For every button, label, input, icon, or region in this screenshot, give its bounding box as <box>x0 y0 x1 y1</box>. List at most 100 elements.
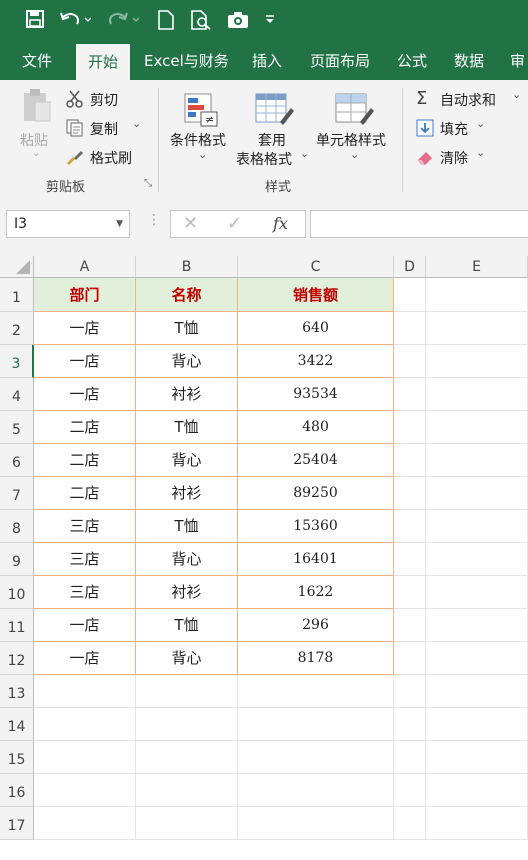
table-cell-a9[interactable]: 三店 <box>34 543 136 576</box>
column-header-d[interactable]: D <box>394 256 426 278</box>
undo-icon[interactable] <box>58 10 92 32</box>
empty-cell[interactable] <box>238 741 394 774</box>
empty-cell[interactable] <box>34 708 136 741</box>
empty-cell[interactable] <box>394 510 426 543</box>
tab-file[interactable]: 文件 <box>22 42 52 80</box>
tab-excel-finance[interactable]: Excel与财务 <box>144 42 229 80</box>
row-header-4[interactable]: 4 <box>0 378 34 411</box>
empty-cell[interactable] <box>426 312 528 345</box>
empty-cell[interactable] <box>426 411 528 444</box>
redo-icon[interactable] <box>106 10 140 32</box>
row-header-16[interactable]: 16 <box>0 774 34 807</box>
name-box-dropdown-icon[interactable]: ▼ <box>116 211 123 237</box>
empty-cell[interactable] <box>426 642 528 675</box>
row-header-17[interactable]: 17 <box>0 807 34 840</box>
copy-button[interactable]: 复制 ⌄ <box>66 117 146 139</box>
tab-data[interactable]: 数据 <box>454 42 484 80</box>
paste-button[interactable]: 粘贴 ⌄ <box>14 88 60 166</box>
empty-cell[interactable] <box>394 774 426 807</box>
row-header-2[interactable]: 2 <box>0 312 34 345</box>
empty-cell[interactable] <box>34 675 136 708</box>
table-cell-c12[interactable]: 8178 <box>238 642 394 675</box>
table-cell-b12[interactable]: 背心 <box>136 642 238 675</box>
confirm-entry-icon[interactable]: ✓ <box>227 213 242 234</box>
table-cell-b2[interactable]: T恤 <box>136 312 238 345</box>
empty-cell[interactable] <box>426 741 528 774</box>
row-header-11[interactable]: 11 <box>0 609 34 642</box>
column-header-e[interactable]: E <box>426 256 528 278</box>
copy-dropdown-icon[interactable]: ⌄ <box>132 117 141 130</box>
table-cell-c7[interactable]: 89250 <box>238 477 394 510</box>
conditional-format-button[interactable]: ≠ 条件格式 ⌄ <box>168 88 234 172</box>
table-header-cell[interactable]: 销售额 <box>238 278 394 312</box>
empty-cell[interactable] <box>136 807 238 840</box>
tab-home[interactable]: 开始 <box>76 44 131 80</box>
table-cell-c10[interactable]: 1622 <box>238 576 394 609</box>
row-header-3[interactable]: 3 <box>0 345 34 378</box>
table-cell-c3[interactable]: 3422 <box>238 345 394 378</box>
empty-cell[interactable] <box>238 675 394 708</box>
table-header-cell[interactable]: 部门 <box>34 278 136 312</box>
row-header-7[interactable]: 7 <box>0 477 34 510</box>
column-header-b[interactable]: B <box>136 256 238 278</box>
format-painter-button[interactable]: 格式刷 <box>66 146 142 168</box>
table-cell-b9[interactable]: 背心 <box>136 543 238 576</box>
empty-cell[interactable] <box>136 774 238 807</box>
name-box[interactable]: I3 ▼ <box>6 210 130 238</box>
table-cell-b10[interactable]: 衬衫 <box>136 576 238 609</box>
table-cell-a12[interactable]: 一店 <box>34 642 136 675</box>
empty-cell[interactable] <box>394 642 426 675</box>
table-cell-a4[interactable]: 一店 <box>34 378 136 411</box>
row-header-13[interactable]: 13 <box>0 675 34 708</box>
empty-cell[interactable] <box>394 807 426 840</box>
row-header-10[interactable]: 10 <box>0 576 34 609</box>
row-header-15[interactable]: 15 <box>0 741 34 774</box>
empty-cell[interactable] <box>394 345 426 378</box>
empty-cell[interactable] <box>34 741 136 774</box>
table-cell-c6[interactable]: 25404 <box>238 444 394 477</box>
print-preview-icon[interactable] <box>190 10 212 32</box>
format-as-table-button[interactable]: 套用 表格格式 ⌄ <box>234 88 310 172</box>
table-cell-c9[interactable]: 16401 <box>238 543 394 576</box>
table-cell-a3[interactable]: 一店 <box>34 345 136 378</box>
empty-cell[interactable] <box>426 444 528 477</box>
table-cell-b11[interactable]: T恤 <box>136 609 238 642</box>
empty-cell[interactable] <box>394 609 426 642</box>
table-cell-b5[interactable]: T恤 <box>136 411 238 444</box>
column-header-c[interactable]: C <box>238 256 394 278</box>
cancel-entry-icon[interactable]: ✕ <box>183 213 198 234</box>
dialog-launcher-icon[interactable]: ⤡ <box>144 178 152 189</box>
select-all-corner[interactable] <box>0 256 34 278</box>
row-header-5[interactable]: 5 <box>0 411 34 444</box>
row-header-8[interactable]: 8 <box>0 510 34 543</box>
empty-cell[interactable] <box>394 477 426 510</box>
clear-button[interactable]: 清除 ⌄ <box>416 146 506 168</box>
row-header-12[interactable]: 12 <box>0 642 34 675</box>
table-cell-a5[interactable]: 二店 <box>34 411 136 444</box>
empty-cell[interactable] <box>426 378 528 411</box>
row-header-9[interactable]: 9 <box>0 543 34 576</box>
empty-cell[interactable] <box>34 807 136 840</box>
empty-cell[interactable] <box>238 774 394 807</box>
empty-cell[interactable] <box>394 378 426 411</box>
tab-page-layout[interactable]: 页面布局 <box>310 42 370 80</box>
empty-cell[interactable] <box>394 708 426 741</box>
table-header-cell[interactable]: 名称 <box>136 278 238 312</box>
formula-input[interactable] <box>310 210 528 238</box>
cut-button[interactable]: 剪切 <box>66 88 130 110</box>
table-cell-c5[interactable]: 480 <box>238 411 394 444</box>
empty-cell[interactable] <box>136 741 238 774</box>
empty-cell[interactable] <box>394 543 426 576</box>
cell-styles-button[interactable]: 单元格样式 ⌄ <box>314 88 396 172</box>
empty-cell[interactable] <box>426 609 528 642</box>
table-cell-a6[interactable]: 二店 <box>34 444 136 477</box>
empty-cell[interactable] <box>34 774 136 807</box>
customize-qat-icon[interactable] <box>262 10 278 32</box>
row-header-14[interactable]: 14 <box>0 708 34 741</box>
empty-cell[interactable] <box>238 807 394 840</box>
empty-cell[interactable] <box>426 708 528 741</box>
tab-insert[interactable]: 插入 <box>252 42 282 80</box>
empty-cell[interactable] <box>394 444 426 477</box>
empty-cell[interactable] <box>136 708 238 741</box>
insert-function-icon[interactable]: fx <box>273 214 288 233</box>
